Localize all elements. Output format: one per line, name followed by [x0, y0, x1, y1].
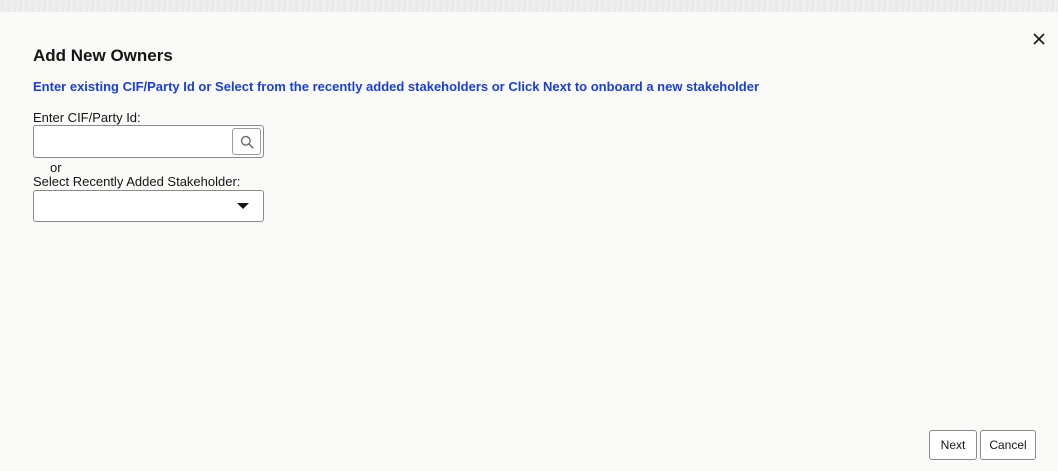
search-button[interactable]: [232, 128, 261, 155]
close-button[interactable]: [1030, 30, 1048, 48]
add-owners-dialog: Add New Owners Enter existing CIF/Party …: [0, 12, 1058, 471]
cif-input[interactable]: [34, 126, 230, 157]
search-icon: [240, 135, 254, 149]
stakeholder-select-label: Select Recently Added Stakeholder:: [33, 174, 241, 189]
cif-field-label: Enter CIF/Party Id:: [33, 110, 141, 125]
caret-down-icon: [237, 203, 249, 209]
cif-search-field: [33, 125, 264, 158]
or-separator: or: [50, 160, 62, 175]
dialog-title: Add New Owners: [33, 46, 173, 65]
stakeholder-select[interactable]: [33, 190, 264, 222]
close-icon: [1033, 33, 1045, 45]
instruction-text: Enter existing CIF/Party Id or Select fr…: [33, 79, 760, 94]
cancel-button[interactable]: Cancel: [980, 430, 1036, 460]
next-button[interactable]: Next: [929, 430, 977, 460]
background-band: [0, 0, 1058, 12]
